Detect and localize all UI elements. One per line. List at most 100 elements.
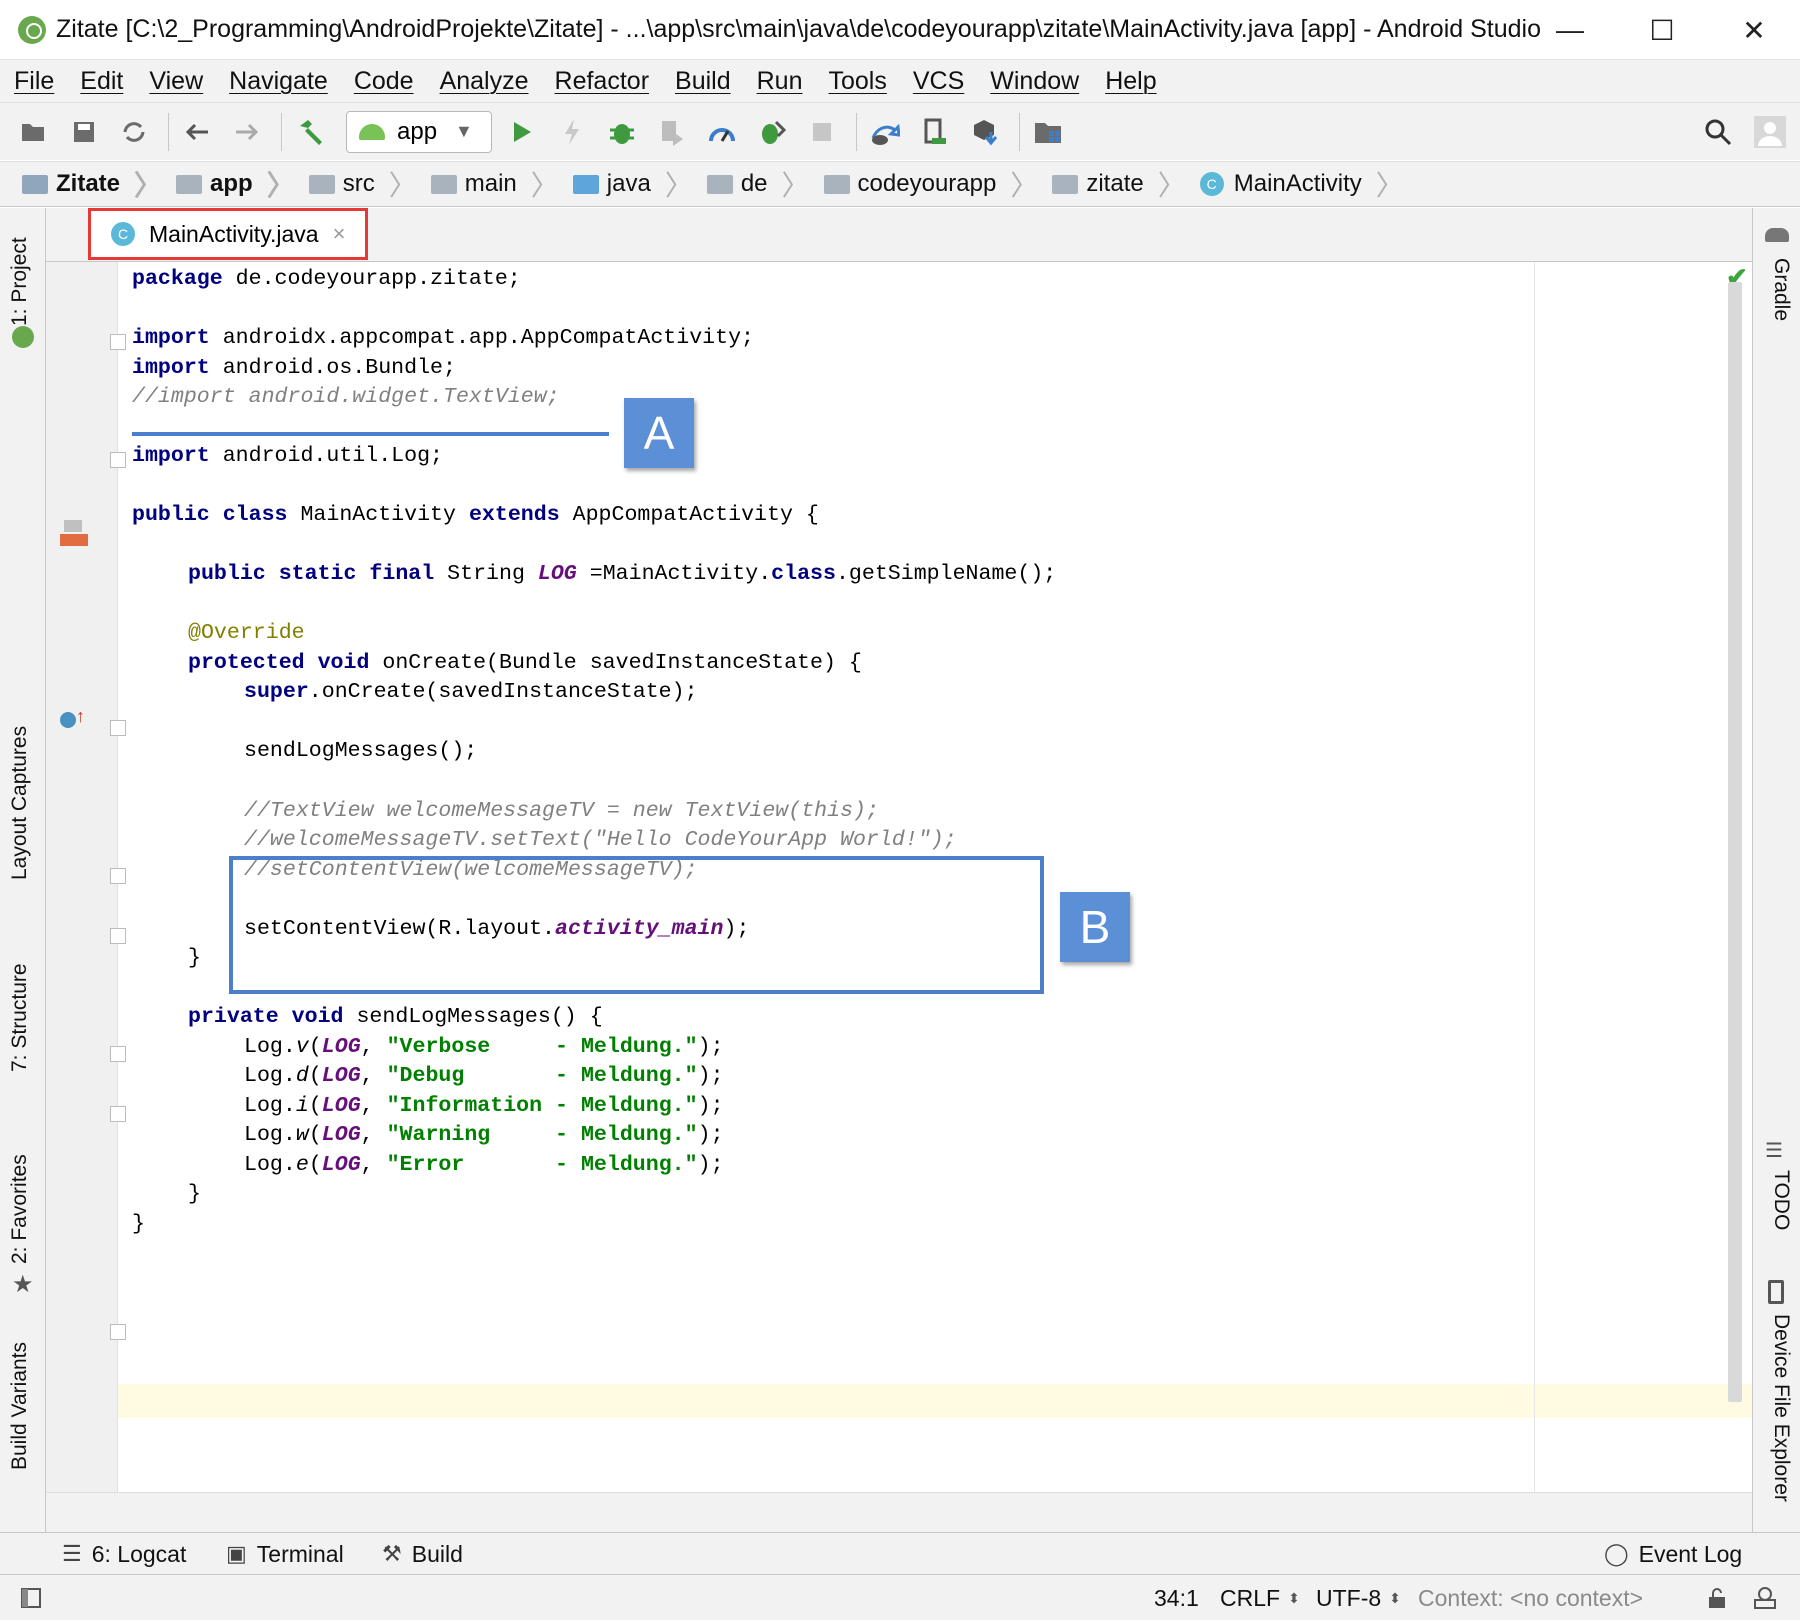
avd-manager-icon[interactable]: [913, 110, 957, 154]
tool-terminal[interactable]: ▣ Terminal: [226, 1533, 344, 1575]
fold-marker[interactable]: [110, 1324, 126, 1340]
tool-structure[interactable]: 7: Structure: [8, 963, 32, 1072]
tool-todo[interactable]: TODO: [1769, 1170, 1793, 1230]
code-line: import androidx.appcompat.app.AppCompatA…: [132, 321, 754, 355]
menu-window[interactable]: Window: [990, 67, 1079, 96]
close-tab-icon[interactable]: ×: [333, 221, 346, 247]
inspector-icon[interactable]: [1752, 1575, 1778, 1620]
horizontal-scrollbar[interactable]: [46, 1492, 1752, 1532]
menu-code[interactable]: Code: [354, 67, 414, 96]
encoding-select[interactable]: UTF-8 ⬍: [1316, 1575, 1401, 1620]
comment: //welcomeMessageTV.setText("Hello CodeYo…: [244, 828, 957, 852]
layout-file-icon[interactable]: [60, 534, 88, 546]
tab-mainactivity-java[interactable]: C MainActivity.java ×: [88, 208, 368, 260]
menu-refactor[interactable]: Refactor: [555, 67, 649, 96]
back-icon[interactable]: [175, 110, 219, 154]
keyword: extends: [468, 503, 560, 527]
sync-icon[interactable]: [112, 110, 156, 154]
forward-icon[interactable]: [225, 110, 269, 154]
code-text: .getSimpleName();: [835, 562, 1057, 586]
menu-help[interactable]: Help: [1105, 67, 1156, 96]
chevron-right-icon: 〉: [1375, 170, 1404, 201]
breadcrumb-item-codeyourapp[interactable]: codeyourapp 〉: [823, 164, 1038, 204]
breadcrumb-item-zitate-package[interactable]: zitate 〉: [1052, 164, 1186, 204]
sdk-icon[interactable]: [963, 110, 1007, 154]
breadcrumb-item-zitate[interactable]: Zitate 〉: [22, 164, 162, 204]
window-title-bar: Zitate [C:\2_Programming\AndroidProjekte…: [0, 0, 1800, 60]
fold-marker[interactable]: [110, 452, 126, 468]
tool-device-file-explorer[interactable]: Device File Explorer: [1769, 1314, 1793, 1502]
stop-icon[interactable]: [800, 110, 844, 154]
breadcrumb-item-src[interactable]: src 〉: [308, 164, 417, 204]
profile-icon[interactable]: [700, 110, 744, 154]
keyword: import: [132, 326, 210, 350]
fold-marker[interactable]: [110, 928, 126, 944]
chevron-right-icon: 〉: [664, 170, 693, 201]
menu-navigate[interactable]: Navigate: [229, 67, 328, 96]
toggle-tool-windows-icon[interactable]: [20, 1575, 42, 1620]
tool-build[interactable]: ⚒ Build: [382, 1533, 463, 1575]
tool-favorites[interactable]: 2: Favorites: [8, 1154, 32, 1264]
breadcrumb-item-app[interactable]: app 〉: [176, 164, 295, 204]
gradle-sync-icon[interactable]: [863, 110, 907, 154]
tool-build-variants[interactable]: Build Variants: [8, 1342, 32, 1470]
comment: //import android.widget.TextView;: [132, 385, 560, 409]
menu-vcs[interactable]: VCS: [913, 67, 964, 96]
menu-build[interactable]: Build: [675, 67, 731, 96]
project-structure-icon[interactable]: [1026, 110, 1070, 154]
right-margin-guide: [1534, 262, 1535, 1492]
tool-terminal-label: Terminal: [256, 1540, 344, 1567]
open-icon[interactable]: [12, 110, 56, 154]
string-literal: "Debug - Meldung.": [386, 1064, 698, 1088]
keyword: public class: [132, 503, 288, 527]
close-button[interactable]: ✕: [1708, 0, 1800, 60]
tool-event-log[interactable]: ◯ Event Log: [1604, 1533, 1742, 1575]
save-icon[interactable]: [62, 110, 106, 154]
line-separator-select[interactable]: CRLF ⬍: [1220, 1575, 1300, 1620]
tool-layout-captures[interactable]: Layout Captures: [8, 726, 32, 880]
override-method-icon[interactable]: [60, 712, 76, 728]
search-icon[interactable]: [1696, 110, 1740, 154]
chevron-right-icon: 〉: [1157, 170, 1186, 201]
breadcrumb-item-java[interactable]: java 〉: [572, 164, 693, 204]
minimize-button[interactable]: —: [1524, 0, 1616, 60]
gradle-elephant-icon: [1765, 228, 1789, 242]
menu-file[interactable]: File: [14, 67, 54, 96]
fold-marker[interactable]: [110, 334, 126, 350]
lock-icon[interactable]: [1706, 1575, 1728, 1620]
breadcrumb-item-de[interactable]: de 〉: [706, 164, 810, 204]
keyword: import: [132, 444, 210, 468]
menu-run[interactable]: Run: [757, 67, 803, 96]
attach-debugger-icon[interactable]: [650, 110, 694, 154]
code-text: MainActivity: [287, 503, 469, 527]
code-line: }: [188, 1177, 201, 1211]
debug-icon[interactable]: [600, 110, 644, 154]
tool-logcat[interactable]: ☰ 6: Logcat: [62, 1533, 186, 1575]
maximize-button[interactable]: ☐: [1616, 0, 1708, 60]
code-text: Log.: [244, 1123, 296, 1147]
caret-position[interactable]: 34:1: [1154, 1575, 1199, 1620]
speech-bubble-icon: ◯: [1604, 1541, 1629, 1566]
sdk-manager-icon[interactable]: [750, 110, 794, 154]
tool-gradle[interactable]: Gradle: [1769, 258, 1793, 321]
fold-marker[interactable]: [110, 868, 126, 884]
breadcrumb-item-mainactivity[interactable]: C MainActivity 〉: [1199, 164, 1404, 204]
vertical-scrollbar[interactable]: [1728, 282, 1742, 1402]
menu-view[interactable]: View: [149, 67, 203, 96]
menu-edit[interactable]: Edit: [80, 67, 123, 96]
run-icon[interactable]: [500, 110, 544, 154]
breadcrumb-item-main[interactable]: main 〉: [430, 164, 559, 204]
fold-marker[interactable]: [110, 720, 126, 736]
tool-project[interactable]: 1: Project: [8, 237, 32, 326]
annotation-marker-a: A: [624, 398, 694, 468]
menu-analyze[interactable]: Analyze: [440, 67, 529, 96]
run-config-select[interactable]: app ▼: [346, 110, 492, 153]
apply-changes-icon[interactable]: [550, 110, 594, 154]
make-icon[interactable]: [288, 110, 332, 154]
hammer-icon: ⚒: [382, 1541, 402, 1566]
fold-marker[interactable]: [110, 1106, 126, 1122]
fold-marker[interactable]: [110, 1046, 126, 1062]
user-icon[interactable]: [1748, 110, 1792, 154]
menu-tools[interactable]: Tools: [828, 67, 886, 96]
breadcrumb-label: MainActivity: [1233, 170, 1362, 197]
